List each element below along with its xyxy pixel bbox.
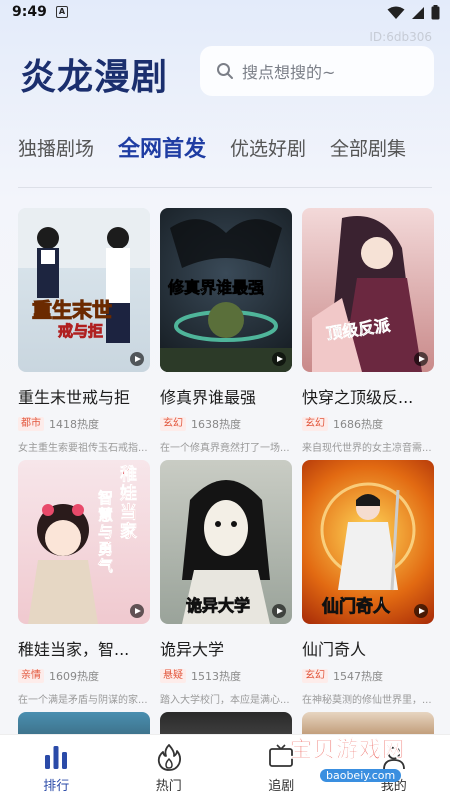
drama-grid: 重生末世 戒与拒 重生末世戒与拒 都市 1418热度 女主重生索要祖传玉石戒指..… bbox=[18, 208, 434, 712]
watermark-url: baobeiy.com bbox=[320, 769, 402, 782]
app-title: 炎龙漫剧 bbox=[20, 57, 169, 98]
heat-count: 1513热度 bbox=[191, 670, 241, 683]
play-icon bbox=[414, 352, 428, 366]
drama-desc: 踏入大学校门，本应是满心... bbox=[160, 695, 290, 706]
drama-poster[interactable]: 仙门奇人 bbox=[302, 460, 434, 624]
drama-desc: 在一个满是矛盾与阴谋的家... bbox=[18, 695, 148, 706]
tab-featured[interactable]: 优选好剧 bbox=[230, 134, 306, 161]
drama-title[interactable]: 诡异大学 bbox=[160, 636, 292, 660]
drama-card[interactable]: 修真界谁最强 修真界谁最强 玄幻 1638热度 在一个修真界竟然打了一场... bbox=[160, 208, 292, 460]
drama-desc: 来自现代世界的女主凉音需... bbox=[302, 443, 432, 454]
tab-premiere[interactable]: 全网首发 bbox=[118, 131, 206, 163]
poster-text: 修真界谁最强 bbox=[168, 278, 265, 298]
drama-card[interactable]: 重生末世 戒与拒 重生末世戒与拒 都市 1418热度 女主重生索要祖传玉石戒指..… bbox=[18, 208, 150, 460]
search-input[interactable]: 搜点想搜的~ bbox=[200, 46, 434, 96]
heat-count: 1638热度 bbox=[191, 418, 241, 431]
genre-tag: 亲情 bbox=[18, 669, 44, 683]
drama-poster[interactable]: 修真界谁最强 bbox=[160, 208, 292, 372]
nav-hot[interactable]: 热门 bbox=[113, 735, 226, 800]
poster-text: 诡异大学 bbox=[186, 596, 251, 616]
tab-all[interactable]: 全部剧集 bbox=[330, 134, 406, 161]
nav-ranking[interactable]: 排行 bbox=[0, 735, 113, 800]
drama-card[interactable]: 稚娃当家 智慧与勇气 稚娃当家，智... 亲情 1609热度 在一个满是矛盾与阴谋… bbox=[18, 460, 150, 712]
status-time: 9:49 bbox=[12, 4, 47, 20]
heat-count: 1609热度 bbox=[49, 670, 99, 683]
play-icon bbox=[130, 604, 144, 618]
genre-tag: 悬疑 bbox=[160, 669, 186, 683]
drama-poster[interactable]: 顶级反派 bbox=[302, 208, 434, 372]
bar-chart-icon bbox=[45, 746, 68, 769]
drama-poster[interactable]: 稚娃当家 智慧与勇气 bbox=[18, 460, 150, 624]
genre-tag: 玄幻 bbox=[160, 417, 186, 431]
poster-subtext: 戒与拒 bbox=[58, 322, 104, 341]
drama-card[interactable]: 仙门奇人 仙门奇人 玄幻 1547热度 在神秘莫测的修仙世界里，... bbox=[302, 460, 434, 712]
poster-text: 仙门奇人 bbox=[322, 597, 391, 618]
site-watermark: 宝贝游戏网 baobeiy.com bbox=[290, 732, 440, 782]
drama-title[interactable]: 修真界谁最强 bbox=[160, 384, 292, 408]
drama-title[interactable]: 重生末世戒与拒 bbox=[18, 384, 150, 408]
poster-subtext: 智慧与勇气 bbox=[98, 489, 114, 575]
play-icon bbox=[272, 604, 286, 618]
heat-count: 1547热度 bbox=[333, 670, 383, 683]
nav-label: 热门 bbox=[155, 779, 182, 794]
divider bbox=[18, 187, 432, 188]
drama-card[interactable]: 顶级反派 快穿之顶级反... 玄幻 1686热度 来自现代世界的女主凉音需... bbox=[302, 208, 434, 460]
tab-exclusive[interactable]: 独播剧场 bbox=[18, 134, 94, 161]
status-icons bbox=[387, 5, 440, 20]
wifi-icon bbox=[387, 6, 405, 19]
nav-label: 排行 bbox=[43, 779, 70, 794]
drama-desc: 在一个修真界竟然打了一场... bbox=[160, 443, 290, 454]
drama-title[interactable]: 仙门奇人 bbox=[302, 636, 434, 660]
drama-title[interactable]: 稚娃当家，智... bbox=[18, 636, 150, 660]
drama-poster[interactable]: 重生末世 戒与拒 bbox=[18, 208, 150, 372]
heat-count: 1418热度 bbox=[49, 418, 99, 431]
watermark-name: 宝贝游戏网 bbox=[290, 738, 406, 764]
drama-title[interactable]: 快穿之顶级反... bbox=[302, 384, 434, 408]
status-bar: 9:49 A bbox=[0, 0, 450, 26]
genre-tag: 玄幻 bbox=[302, 417, 328, 431]
drama-desc: 女主重生索要祖传玉石戒指... bbox=[18, 443, 148, 454]
drama-poster[interactable]: 诡异大学 bbox=[160, 460, 292, 624]
notification-icon: A bbox=[56, 6, 68, 18]
heat-count: 1686热度 bbox=[333, 418, 383, 431]
flame-icon bbox=[157, 744, 181, 771]
poster-text: 稚娃当家 bbox=[120, 465, 138, 542]
play-icon bbox=[414, 604, 428, 618]
search-icon bbox=[217, 63, 233, 79]
category-tabs: 独播剧场 全网首发 优选好剧 全部剧集 bbox=[18, 130, 438, 164]
genre-tag: 都市 bbox=[18, 417, 44, 431]
play-icon bbox=[272, 352, 286, 366]
play-icon bbox=[130, 352, 144, 366]
genre-tag: 玄幻 bbox=[302, 669, 328, 683]
battery-icon bbox=[431, 5, 440, 20]
drama-card[interactable]: 诡异大学 诡异大学 悬疑 1513热度 踏入大学校门，本应是满心... bbox=[160, 460, 292, 712]
drama-desc: 在神秘莫测的修仙世界里，... bbox=[302, 695, 432, 706]
poster-text: 重生末世 bbox=[32, 298, 113, 323]
device-id: ID:6db306 bbox=[369, 30, 432, 44]
search-placeholder: 搜点想搜的~ bbox=[242, 63, 336, 82]
signal-icon bbox=[412, 6, 424, 19]
